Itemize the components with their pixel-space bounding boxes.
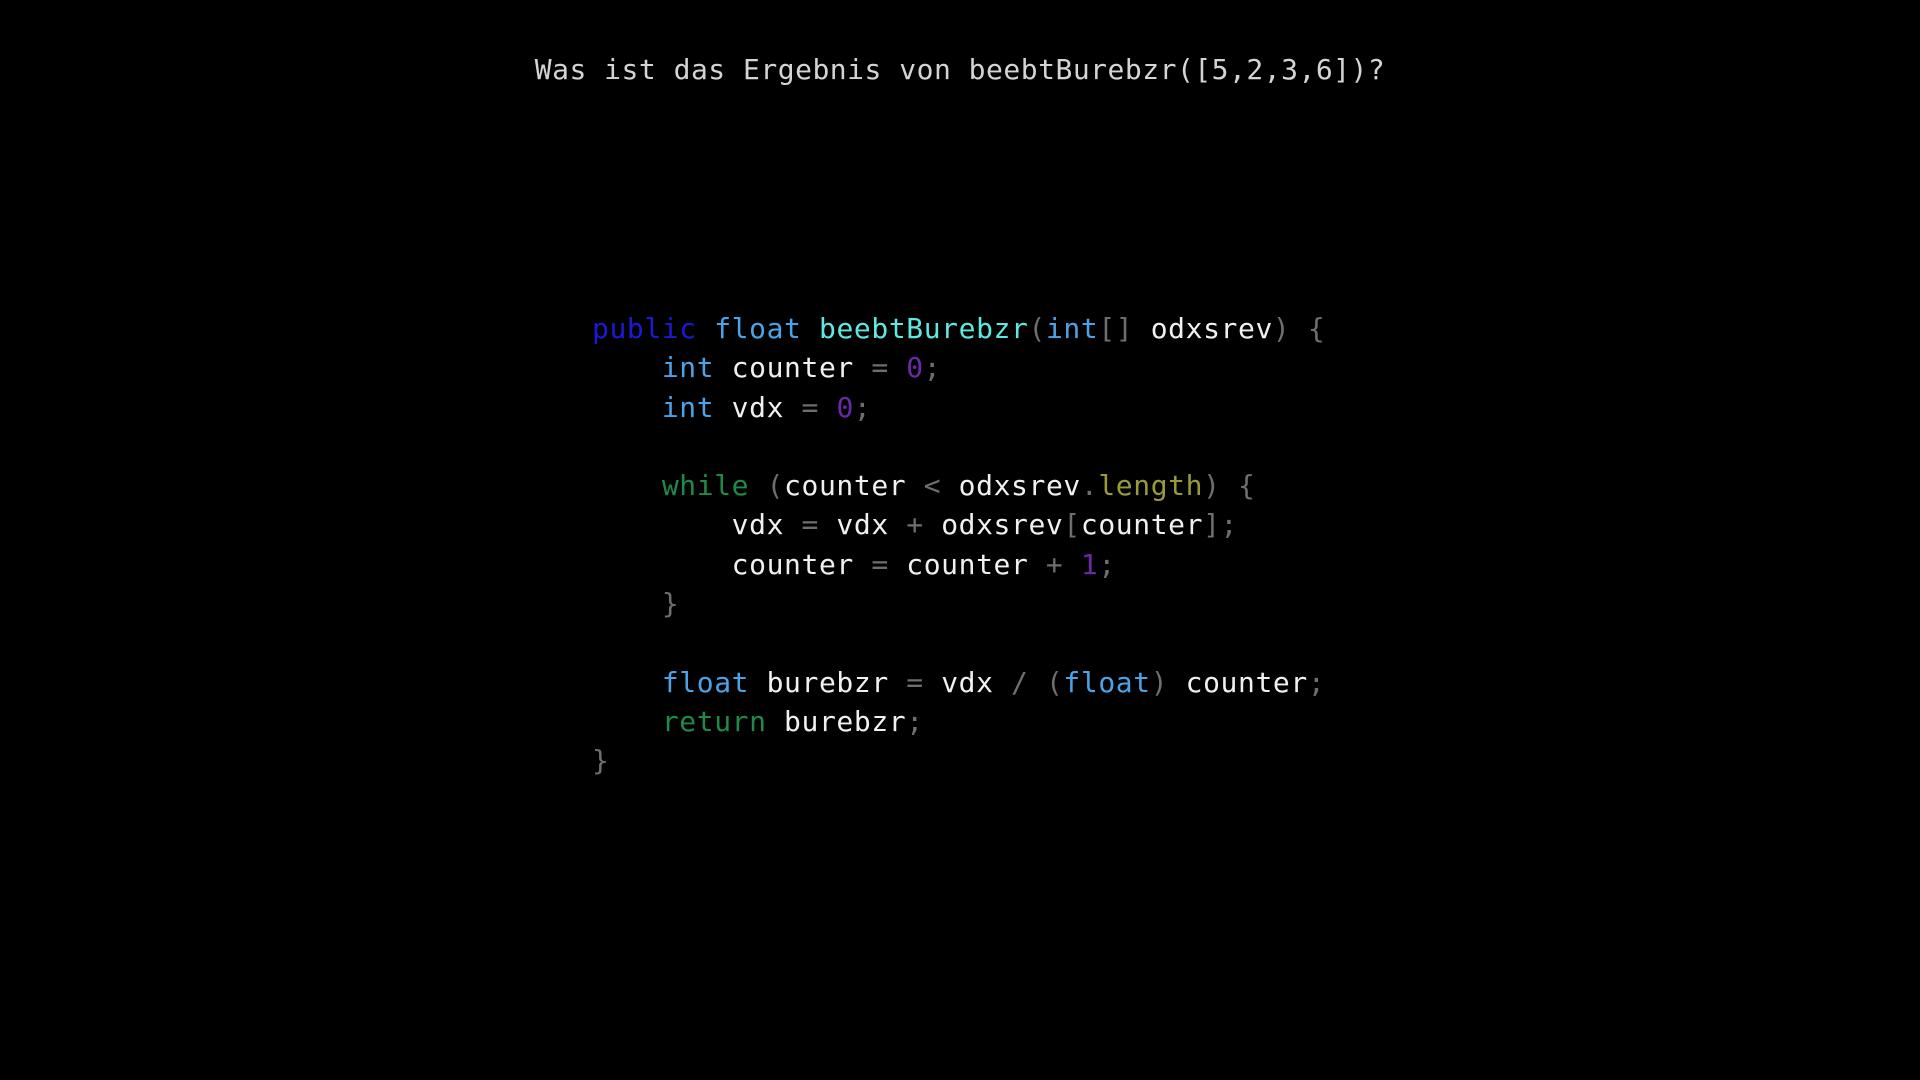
code-token: ( <box>1028 312 1046 345</box>
code-token: return <box>661 704 767 738</box>
code-token: ; <box>1098 547 1116 581</box>
code-token: ; <box>923 351 942 385</box>
code-token: odxsrev <box>1133 312 1273 345</box>
code-token: ( <box>749 469 785 503</box>
code-line: int vdx = 0; <box>592 388 1325 427</box>
code-token: ) { <box>1272 312 1326 345</box>
code-token: / ( <box>1011 665 1064 699</box>
code-token: odxsrev <box>941 508 1064 542</box>
code-token: < <box>923 469 959 503</box>
code-token: ]; <box>1203 508 1238 542</box>
code-token: vdx <box>592 508 802 542</box>
code-token: vdx <box>714 390 802 424</box>
code-line: counter = counter + 1; <box>592 545 1325 584</box>
code-line: float burebzr = vdx / (float) counter; <box>592 663 1325 702</box>
code-line: } <box>592 741 1325 780</box>
code-token: burebzr <box>766 704 907 738</box>
code-token: ) <box>1150 665 1186 699</box>
code-token: 1 <box>1080 547 1099 581</box>
code-token: 0 <box>906 351 924 385</box>
code-token: float <box>1063 665 1151 699</box>
code-token: int <box>1045 312 1099 345</box>
code-token: burebzr <box>749 665 907 699</box>
code-line: while (counter < odxsrev.length) { <box>592 466 1325 505</box>
code-token: . <box>1080 469 1099 503</box>
code-token: float <box>661 665 750 699</box>
code-line: return burebzr; <box>592 702 1325 741</box>
code-token: ) { <box>1203 469 1256 503</box>
code-token: vdx <box>836 508 907 542</box>
code-token: [] <box>1098 312 1134 345</box>
code-token: length <box>1098 469 1204 503</box>
code-token: while <box>661 469 750 503</box>
code-token: 0 <box>836 390 854 424</box>
code-token: = <box>801 390 837 424</box>
code-token: counter <box>1080 508 1204 542</box>
question-text: Was ist das Ergebnis von beebtBurebzr([5… <box>534 53 1386 86</box>
code-token: counter <box>592 547 872 581</box>
code-token: + <box>1045 547 1081 581</box>
code-token: ; <box>853 390 872 424</box>
code-token: counter <box>1185 665 1308 699</box>
code-token: [ <box>1063 508 1081 542</box>
code-token: ; <box>1307 665 1326 699</box>
code-token: counter <box>784 469 924 503</box>
code-token: = <box>906 665 942 699</box>
code-token: public <box>592 312 697 345</box>
code-token: + <box>906 508 942 542</box>
code-token: } <box>661 587 680 621</box>
code-token: = <box>871 547 907 581</box>
code-line: int counter = 0; <box>592 348 1325 387</box>
code-token: int <box>661 390 715 424</box>
code-line: } <box>592 584 1325 623</box>
code-token: float <box>714 312 802 345</box>
code-token: odxsrev <box>958 469 1081 503</box>
code-token: ; <box>906 704 924 738</box>
code-token: } <box>592 744 610 778</box>
code-block: public float beebtBurebzr(int[] odxsrev)… <box>592 309 1325 781</box>
code-line: vdx = vdx + odxsrev[counter]; <box>592 505 1325 544</box>
code-token: = <box>871 351 907 385</box>
code-token: counter <box>906 547 1046 581</box>
code-token: vdx <box>941 665 1012 699</box>
code-token: counter <box>714 351 872 385</box>
code-token: int <box>661 351 715 385</box>
code-token: beebtBurebzr <box>818 312 1029 345</box>
code-line: public float beebtBurebzr(int[] odxsrev)… <box>592 309 1325 348</box>
code-token: = <box>801 508 837 542</box>
